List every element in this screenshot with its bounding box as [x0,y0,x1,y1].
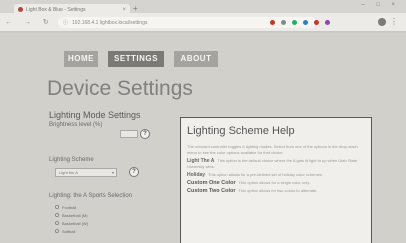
browser-tabstrip: Light Box & Blue - Settings × + – □ × [0,0,406,15]
tab-close-icon[interactable]: × [122,7,126,13]
help-item: Custom Two Color This option allows for t… [187,188,367,194]
help-item: Custom One Color This option allows for a… [187,180,367,186]
brightness-input[interactable] [120,130,138,138]
sports-selection-label: Lighting: the A Sports Selection [49,193,133,199]
brightness-label: Brightness level (%) [49,122,103,128]
sport-label: Softball [62,228,76,234]
help-intro: The onboard controller toggles 6 lightin… [187,144,358,155]
nav-about-button[interactable]: ABOUT [174,51,218,67]
sport-option[interactable]: Softball [55,227,88,235]
favicon-icon [18,7,23,12]
extension-icon[interactable] [270,20,275,25]
sport-label: Basketball (W) [62,220,89,226]
help-title: Lighting Scheme Help [187,125,295,137]
help-item-text: This option allows for a pre-defined set… [208,172,324,177]
help-item-text: This option allows for two colors to alt… [238,188,318,193]
brightness-help-icon[interactable]: ? [140,129,150,139]
radio-icon[interactable] [55,213,59,217]
browser-toolbar: ← → ↻ ⌂ ⓘ 192.168.4.1 lightbox.local/set… [0,13,406,32]
help-item: Holiday This option allows for a pre-defi… [187,172,367,178]
extension-icon[interactable] [314,20,319,25]
nav-home-button[interactable]: HOME [64,51,98,67]
url-text: 192.168.4.1 lightbox.local/settings [72,19,148,26]
radio-icon[interactable] [55,205,59,209]
tab-title: Light Box & Blue - Settings [26,6,86,13]
sport-option[interactable]: Basketball (W) [55,219,88,227]
site-nav: HOME SETTINGS ABOUT [64,51,218,67]
new-tab-icon[interactable]: + [133,4,138,13]
extension-icon[interactable] [325,20,330,25]
lighting-mode-heading: Lighting Mode Settings [49,110,141,120]
chevron-down-icon: ▾ [111,170,114,175]
extension-icons [270,20,330,25]
lighting-scheme-value: Light the A [59,170,78,175]
browser-menu-icon[interactable]: ⋮ [390,17,398,26]
extension-icon[interactable] [292,20,297,25]
help-item-name: Custom Two Color [187,188,236,194]
radio-icon[interactable] [55,229,59,233]
sport-label: Football [62,204,77,210]
sport-option[interactable]: Basketball (M) [55,211,88,219]
help-panel: Lighting Scheme Help The onboard control… [180,117,372,243]
extension-icon[interactable] [281,20,286,25]
help-item-text: This option allows for a single color on… [238,180,311,185]
help-body: The onboard controller toggles 6 lightin… [187,144,367,196]
help-item: Light The A This option is the default ch… [187,158,367,170]
sports-radio-list: Football Basketball (M) Basketball (W) S… [55,203,88,235]
site-info-icon[interactable]: ⓘ [63,19,68,26]
lighting-scheme-label: Lighting Scheme [49,157,94,163]
lighting-scheme-select[interactable]: Light the A ▾ [55,168,117,177]
help-item-name: Custom One Color [187,180,236,186]
scheme-help-icon[interactable]: ? [129,167,139,177]
sport-label: Basketball (M) [62,212,88,218]
radio-icon[interactable] [55,221,59,225]
help-item-name: Holiday [187,172,206,178]
extension-icon[interactable] [303,20,308,25]
page-content: HOME SETTINGS ABOUT Device Settings Ligh… [0,33,406,243]
profile-avatar-icon[interactable] [378,18,386,26]
nav-settings-button[interactable]: SETTINGS [108,51,164,67]
window-controls[interactable]: – □ × [361,2,400,8]
sport-option[interactable]: Football [55,203,88,211]
page-title: Device Settings [47,77,193,100]
